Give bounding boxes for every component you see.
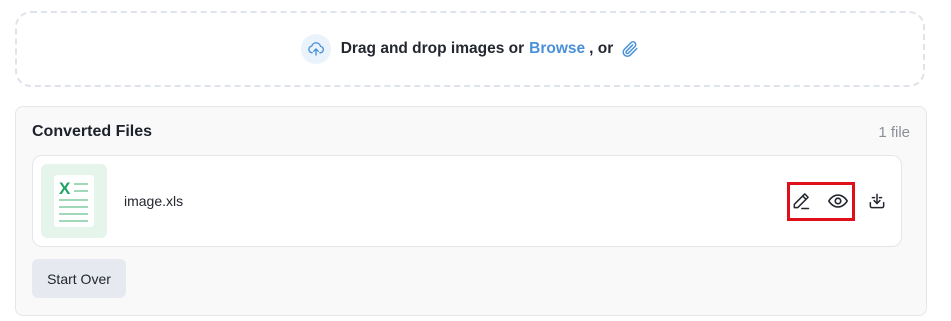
start-over-button[interactable]: Start Over	[32, 259, 126, 298]
file-count: 1 file	[878, 124, 910, 141]
file-row: X image.xls	[32, 155, 902, 247]
converted-files-panel: Converted Files 1 file X image.xls Start…	[15, 106, 927, 316]
download-icon[interactable]	[866, 190, 888, 212]
pencil-icon[interactable]	[790, 190, 812, 212]
panel-title: Converted Files	[32, 123, 153, 140]
upload-dropzone[interactable]: Drag and drop images or Browse , or	[15, 11, 925, 87]
paperclip-icon[interactable]	[621, 39, 639, 59]
excel-file-icon: X	[41, 164, 107, 238]
cloud-upload-icon	[300, 34, 331, 64]
excel-letter: X	[59, 179, 71, 198]
eye-icon[interactable]	[827, 190, 849, 212]
browse-link[interactable]: Browse	[529, 40, 585, 58]
dropzone-or-text: , or	[589, 40, 614, 57]
dropzone-instruction: Drag and drop images or	[340, 40, 525, 57]
file-name: image.xls	[124, 193, 184, 209]
